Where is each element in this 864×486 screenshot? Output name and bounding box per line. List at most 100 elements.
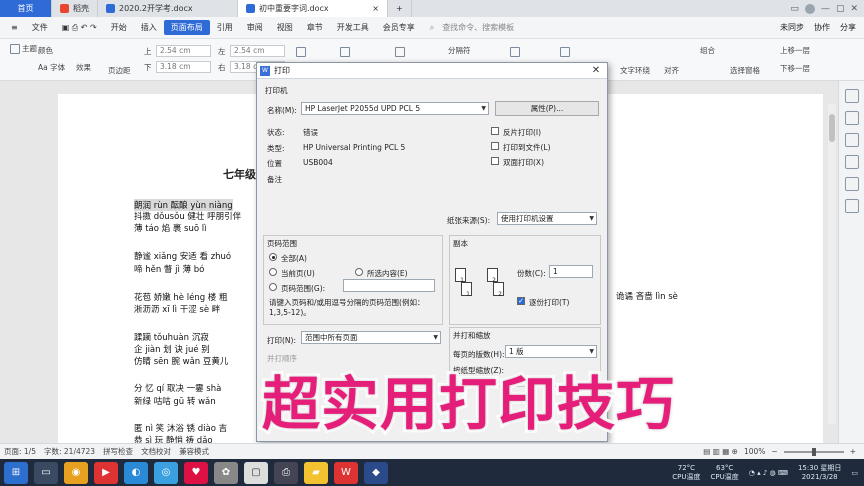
view-mode-icon[interactable]: ▤ ▥ ▦ ⊕ — [703, 447, 738, 456]
select-pane-button[interactable]: 选择窗格 — [730, 65, 760, 76]
collab-button[interactable]: 协作 — [814, 22, 830, 33]
menu-item-review[interactable]: 审阅 — [240, 20, 270, 35]
start-icon[interactable]: ⊞ — [4, 461, 28, 484]
sync-status[interactable]: 未同步 — [780, 22, 804, 33]
range-pages-radio[interactable] — [269, 283, 277, 291]
range-selection-radio[interactable] — [355, 268, 363, 276]
group-button[interactable]: 组合 — [700, 45, 715, 56]
style-icon[interactable] — [844, 111, 859, 125]
close-icon[interactable]: ✕ — [850, 4, 858, 14]
scrollbar-thumb[interactable] — [829, 114, 835, 142]
send-backward-button[interactable]: 下移一层 — [780, 63, 810, 74]
reverse-print-checkbox[interactable] — [491, 127, 499, 135]
bring-forward-button[interactable]: 上移一层 — [780, 45, 810, 56]
minimize-icon[interactable]: — — [821, 4, 830, 14]
page-count[interactable]: 页面: 1/5 — [4, 446, 36, 457]
color-button[interactable]: 颜色 — [38, 45, 53, 56]
text-wrap-button[interactable]: 文字环绕 — [620, 65, 650, 76]
separator-button[interactable]: 分隔符 — [448, 45, 471, 56]
close-tab-icon[interactable]: × — [372, 4, 379, 13]
doc-proof[interactable]: 文档校对 — [141, 446, 171, 457]
printer-icon[interactable]: ⎙ — [274, 461, 298, 484]
tab-docer[interactable]: 稻壳 — [52, 0, 98, 17]
margin-left-input[interactable]: 2.54 cm — [230, 45, 285, 57]
margin-bottom-input[interactable]: 3.18 cm — [156, 61, 211, 73]
app-icon[interactable]: ◆ — [364, 461, 388, 484]
menu-item-view[interactable]: 视图 — [270, 20, 300, 35]
zoom-out-icon[interactable]: − — [771, 447, 777, 456]
background-icon[interactable] — [510, 47, 520, 57]
menu-item-start[interactable]: 开始 — [104, 20, 134, 35]
tab-doc-2[interactable]: 初中重要字词.docx × — [238, 0, 388, 17]
layout-icon[interactable] — [844, 177, 859, 191]
menu-toggle-icon[interactable]: ≡ — [4, 21, 25, 34]
cpu-usage-widget[interactable]: 63°C CPU温度 — [711, 464, 739, 482]
search-icon[interactable]: ⌕ — [430, 23, 434, 33]
copies-stepper[interactable]: 1 — [549, 265, 593, 278]
avatar[interactable] — [804, 3, 815, 14]
notification-icon[interactable]: ▭ — [851, 469, 858, 477]
clock[interactable]: 15:30 星期日 2021/3/28 — [798, 464, 841, 482]
media-icon[interactable]: ▶ — [94, 461, 118, 484]
margin-button[interactable]: 页边距 — [108, 65, 131, 76]
word-count[interactable]: 字数: 21/4723 — [44, 446, 95, 457]
chat-icon[interactable]: ◐ — [124, 461, 148, 484]
window-layout-icon[interactable]: ▭ — [790, 4, 799, 14]
menu-item-reference[interactable]: 引用 — [210, 20, 240, 35]
orientation-icon[interactable] — [296, 47, 306, 57]
format-icon[interactable] — [844, 133, 859, 147]
location-icon[interactable] — [844, 89, 859, 103]
tab-home[interactable]: 首页 — [0, 0, 52, 17]
properties-button[interactable]: 属性(P)... — [495, 101, 599, 116]
zoom-title: 并打和缩放 — [453, 331, 491, 340]
menu-item-insert[interactable]: 插入 — [134, 20, 164, 35]
border-icon[interactable] — [560, 47, 570, 57]
quick-save-icon[interactable]: ▣ ⎙ ↶ ↷ — [55, 21, 104, 35]
range-current-radio[interactable] — [269, 268, 277, 276]
tool-icon[interactable]: ✿ — [214, 461, 238, 484]
effect-button[interactable]: 效果 — [76, 62, 91, 73]
spell-check[interactable]: 拼写检查 — [103, 446, 133, 457]
font-button[interactable]: Aa 字体 — [38, 62, 65, 73]
vertical-scrollbar[interactable] — [828, 104, 836, 424]
cpu-temp-widget[interactable]: 72°C CPU温度 — [672, 464, 700, 482]
menu-item-devtools[interactable]: 开发工具 — [330, 20, 376, 35]
music-icon[interactable]: ♥ — [184, 461, 208, 484]
menu-item-layout[interactable]: 页面布局 — [163, 20, 210, 35]
zoom-in-icon[interactable]: + — [850, 447, 856, 456]
zoom-slider[interactable] — [783, 447, 844, 456]
range-all-radio[interactable] — [269, 253, 277, 261]
dialog-close-icon[interactable]: ✕ — [585, 65, 607, 76]
wps-icon[interactable]: W — [334, 461, 358, 484]
print-what-select[interactable]: 范围中所有页面 ▼ — [301, 331, 441, 344]
theme-button[interactable]: 主题 — [10, 43, 37, 54]
desktop-icon[interactable]: ▭ — [34, 461, 58, 484]
printer-name-select[interactable]: HP LaserJet P2055d UPD PCL 5 ▼ — [301, 102, 489, 115]
paper-source-select[interactable]: 使用打印机设置 ▼ — [497, 212, 597, 225]
collate-checkbox[interactable]: ✓ — [517, 297, 525, 305]
margin-top-input[interactable]: 2.54 cm — [156, 45, 211, 57]
menu-item-chapter[interactable]: 章节 — [300, 20, 330, 35]
file-icon[interactable]: ▢ — [244, 461, 268, 484]
menu-item-member[interactable]: 会员专享 — [376, 20, 422, 35]
print-to-file-checkbox[interactable] — [491, 142, 499, 150]
command-search-input[interactable]: 查找命令、搜索模板 — [442, 22, 514, 33]
text-wrap-label: 文字环绕 — [620, 66, 650, 75]
share-icon[interactable] — [844, 199, 859, 213]
settings-icon[interactable] — [844, 155, 859, 169]
zoom-level[interactable]: 100% — [744, 447, 765, 456]
share-button[interactable]: 分享 — [840, 22, 856, 33]
menu-file[interactable]: 文件 — [25, 20, 55, 35]
tray-icons[interactable]: ◔ ▴ ♪ ◍ ⌨ — [749, 469, 788, 477]
duplex-checkbox[interactable] — [491, 157, 499, 165]
columns-icon[interactable] — [395, 47, 405, 57]
folder-icon[interactable]: ▰ — [304, 461, 328, 484]
new-tab-button[interactable]: + — [388, 0, 412, 17]
size-icon[interactable] — [340, 47, 350, 57]
page-range-input[interactable] — [343, 279, 435, 292]
network-icon[interactable]: ◎ — [154, 461, 178, 484]
align-button[interactable]: 对齐 — [664, 65, 679, 76]
browser-icon[interactable]: ◉ — [64, 461, 88, 484]
maximize-icon[interactable]: ▢ — [836, 4, 845, 14]
tab-doc-1[interactable]: 2020.2开学考.docx — [98, 0, 238, 17]
